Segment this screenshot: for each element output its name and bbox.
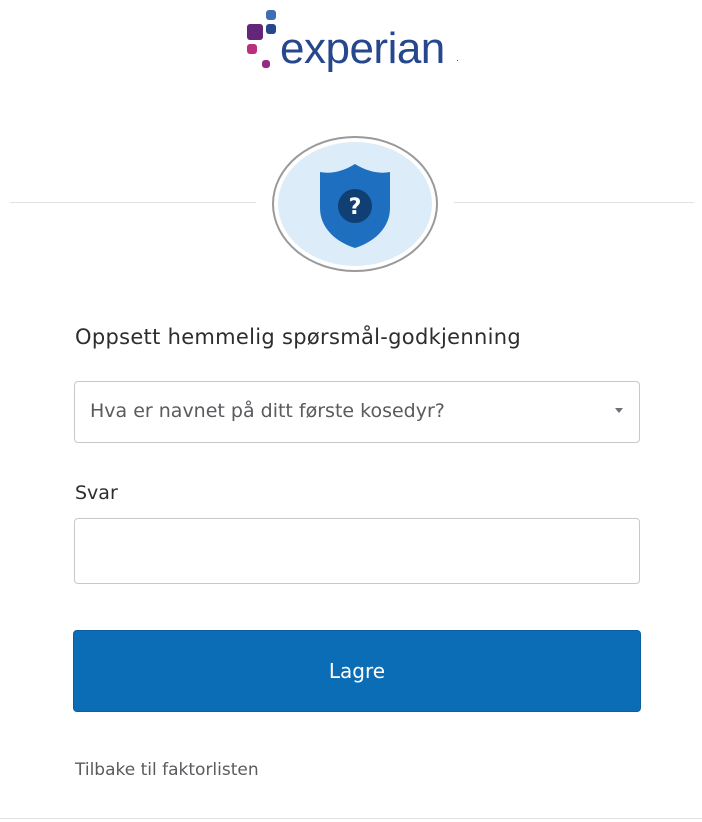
security-question-select[interactable]: Hva er navnet på ditt første kosedyr? bbox=[74, 381, 640, 443]
logo-dot bbox=[266, 10, 276, 20]
logo-dot bbox=[262, 60, 270, 68]
question-glyph: ? bbox=[349, 195, 362, 220]
chevron-down-icon bbox=[615, 408, 623, 413]
answer-label: Svar bbox=[75, 482, 118, 504]
logo-dot bbox=[266, 24, 276, 34]
answer-input[interactable] bbox=[74, 518, 640, 584]
security-question-value: Hva er navnet på ditt første kosedyr? bbox=[90, 400, 445, 422]
experian-logo: experian . bbox=[244, 10, 484, 80]
logo-dots bbox=[244, 10, 284, 80]
logo-dot bbox=[247, 44, 257, 54]
logo-dot bbox=[247, 24, 263, 40]
shield-question-icon: ? bbox=[320, 164, 390, 248]
logo-trademark: . bbox=[456, 54, 459, 64]
divider-right bbox=[454, 202, 694, 203]
logo-wordmark: experian bbox=[280, 24, 445, 73]
footer-divider bbox=[0, 818, 702, 819]
page-title: Oppsett hemmelig spørsmål-godkjenning bbox=[75, 325, 521, 349]
security-question-badge: ? bbox=[272, 136, 438, 272]
save-button[interactable]: Lagre bbox=[73, 630, 641, 712]
divider-left bbox=[10, 202, 256, 203]
back-to-factor-list-link[interactable]: Tilbake til faktorlisten bbox=[75, 760, 259, 780]
